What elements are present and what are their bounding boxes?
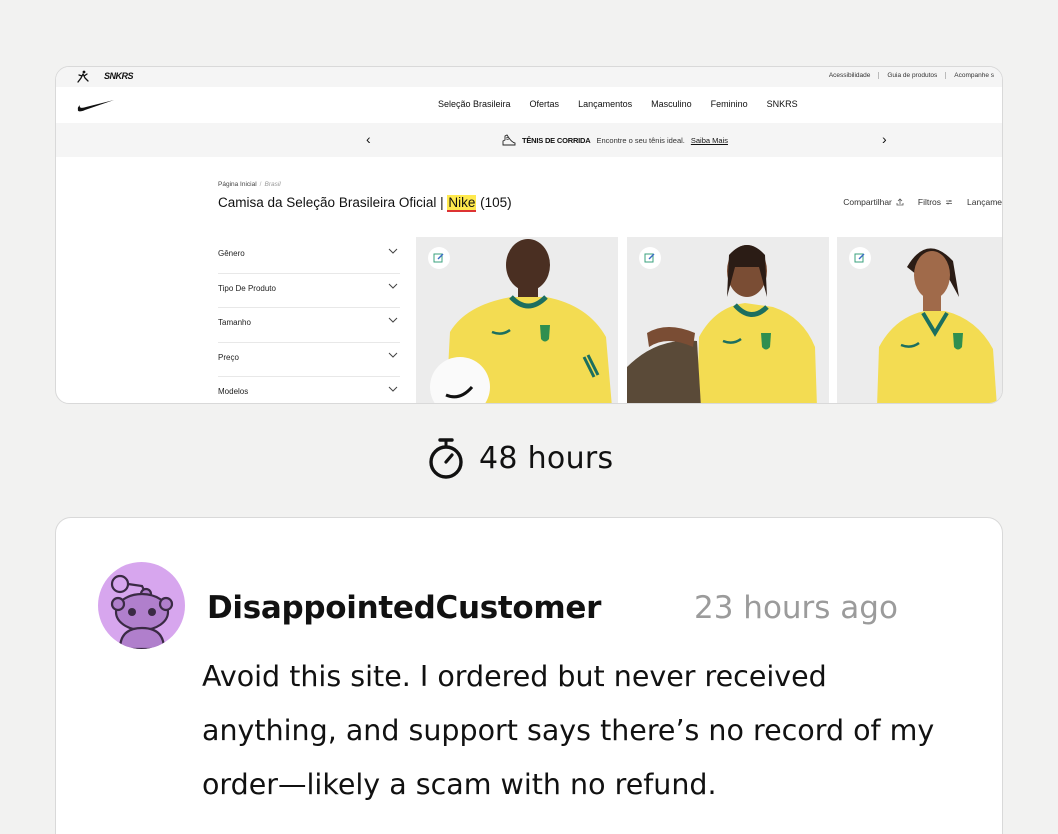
breadcrumb-separator: /	[259, 181, 262, 188]
filter-models[interactable]: Modelos	[218, 377, 400, 403]
filters-label: Filtros	[917, 197, 942, 207]
share-label: Compartilhar	[843, 197, 892, 207]
main-navigation: Seleção Brasileira Ofertas Lançamentos M…	[56, 87, 1002, 123]
filter-label: Tamanho	[218, 318, 251, 327]
review-timestamp: 23 hours ago	[694, 590, 898, 626]
promo-prev-button[interactable]: ‹	[366, 131, 371, 147]
promo-next-button[interactable]: ›	[882, 131, 887, 147]
review-body: Avoid this site. I ordered but never rec…	[202, 660, 935, 801]
promo-title: TÊNIS DE CORRIDA	[522, 135, 591, 145]
timer-label: 48 hours	[479, 440, 614, 476]
nav-link-lancamentos[interactable]: Lançamentos	[578, 99, 632, 109]
page-title-text: Camisa da Seleção Brasileira Oficial |	[218, 195, 448, 210]
share-button[interactable]: Compartilhar	[843, 197, 904, 207]
utility-link-product-guide[interactable]: Guia de produtos	[878, 72, 945, 79]
filter-price[interactable]: Preço	[218, 343, 400, 377]
filter-label: Modelos	[218, 387, 249, 396]
breadcrumb-current: Brasil	[264, 181, 281, 188]
nav-link-masculino[interactable]: Masculino	[651, 99, 692, 109]
website-screenshot: SNKRS Acessibilidade Guia de produtos Ac…	[55, 66, 1003, 404]
result-count: (105)	[476, 195, 512, 210]
swoosh-logo-icon[interactable]	[76, 97, 116, 113]
chevron-down-icon	[388, 386, 398, 392]
nav-link-ofertas[interactable]: Ofertas	[530, 99, 560, 109]
filter-label: Gênero	[218, 249, 245, 258]
utility-link-track-order[interactable]: Acompanhe s	[945, 72, 1002, 79]
snkrs-logo[interactable]: SNKRS	[104, 71, 134, 81]
review-username[interactable]: DisappointedCustomer	[207, 590, 601, 626]
filter-size[interactable]: Tamanho	[218, 308, 400, 343]
sort-label: Lançame	[967, 197, 1002, 207]
nav-link-snkrs[interactable]: SNKRS	[767, 99, 798, 109]
stopwatch-icon	[429, 438, 463, 479]
utility-links: Acessibilidade Guia de produtos Acompanh…	[821, 72, 1002, 79]
review-card: DisappointedCustomer 23 hours ago Avoid …	[55, 517, 1003, 834]
filter-product-type[interactable]: Tipo De Produto	[218, 274, 400, 308]
breadcrumb: Página Inicial / Brasil	[218, 181, 281, 188]
promo-banner: ‹ TÊNIS DE CORRIDA Encontre o seu tênis …	[56, 123, 1002, 157]
share-icon	[896, 198, 904, 206]
filter-icon	[946, 200, 953, 205]
promo-content: TÊNIS DE CORRIDA Encontre o seu tênis id…	[502, 134, 728, 146]
reddit-alien-avatar-icon	[110, 574, 174, 649]
product-card[interactable]	[837, 237, 1002, 403]
filter-label: Preço	[218, 352, 239, 362]
elapsed-time: 48 hours	[427, 437, 613, 479]
filters-button[interactable]: Filtros	[918, 197, 953, 207]
filter-label: Tipo De Produto	[218, 283, 276, 293]
running-shoe-icon	[502, 134, 516, 146]
product-card[interactable]	[416, 237, 618, 403]
listing-toolbar: Compartilhar Filtros Lançame	[843, 197, 1002, 207]
filter-sidebar: Gênero Tipo De Produto Tamanho Preço Mod…	[218, 239, 400, 403]
chevron-down-icon	[388, 317, 398, 323]
chevron-down-icon	[388, 352, 398, 358]
nav-link-selecao[interactable]: Seleção Brasileira	[438, 99, 511, 109]
chevron-down-icon	[388, 283, 398, 289]
user-avatar[interactable]	[98, 562, 185, 649]
sort-dropdown[interactable]: Lançame	[967, 197, 1002, 207]
nav-link-feminino[interactable]: Feminino	[711, 99, 748, 109]
promo-link[interactable]: Saiba Mais	[691, 136, 728, 145]
page-title: Camisa da Seleção Brasileira Oficial | N…	[218, 195, 512, 212]
edit-favorite-icon[interactable]	[428, 247, 450, 269]
utility-bar: SNKRS Acessibilidade Guia de produtos Ac…	[56, 67, 1002, 87]
chevron-down-icon	[388, 248, 398, 254]
nav-links: Seleção Brasileira Ofertas Lançamentos M…	[438, 99, 817, 109]
jumpman-logo-icon[interactable]	[76, 70, 90, 84]
edit-favorite-icon[interactable]	[639, 247, 661, 269]
breadcrumb-home[interactable]: Página Inicial	[218, 181, 257, 188]
utility-link-accessibility[interactable]: Acessibilidade	[821, 72, 879, 79]
product-card[interactable]	[627, 237, 829, 403]
filter-gender[interactable]: Gênero	[218, 239, 400, 274]
highlighted-brand: Nike	[447, 195, 477, 212]
edit-favorite-icon[interactable]	[849, 247, 871, 269]
promo-text: Encontre o seu tênis ideal.	[596, 135, 685, 145]
